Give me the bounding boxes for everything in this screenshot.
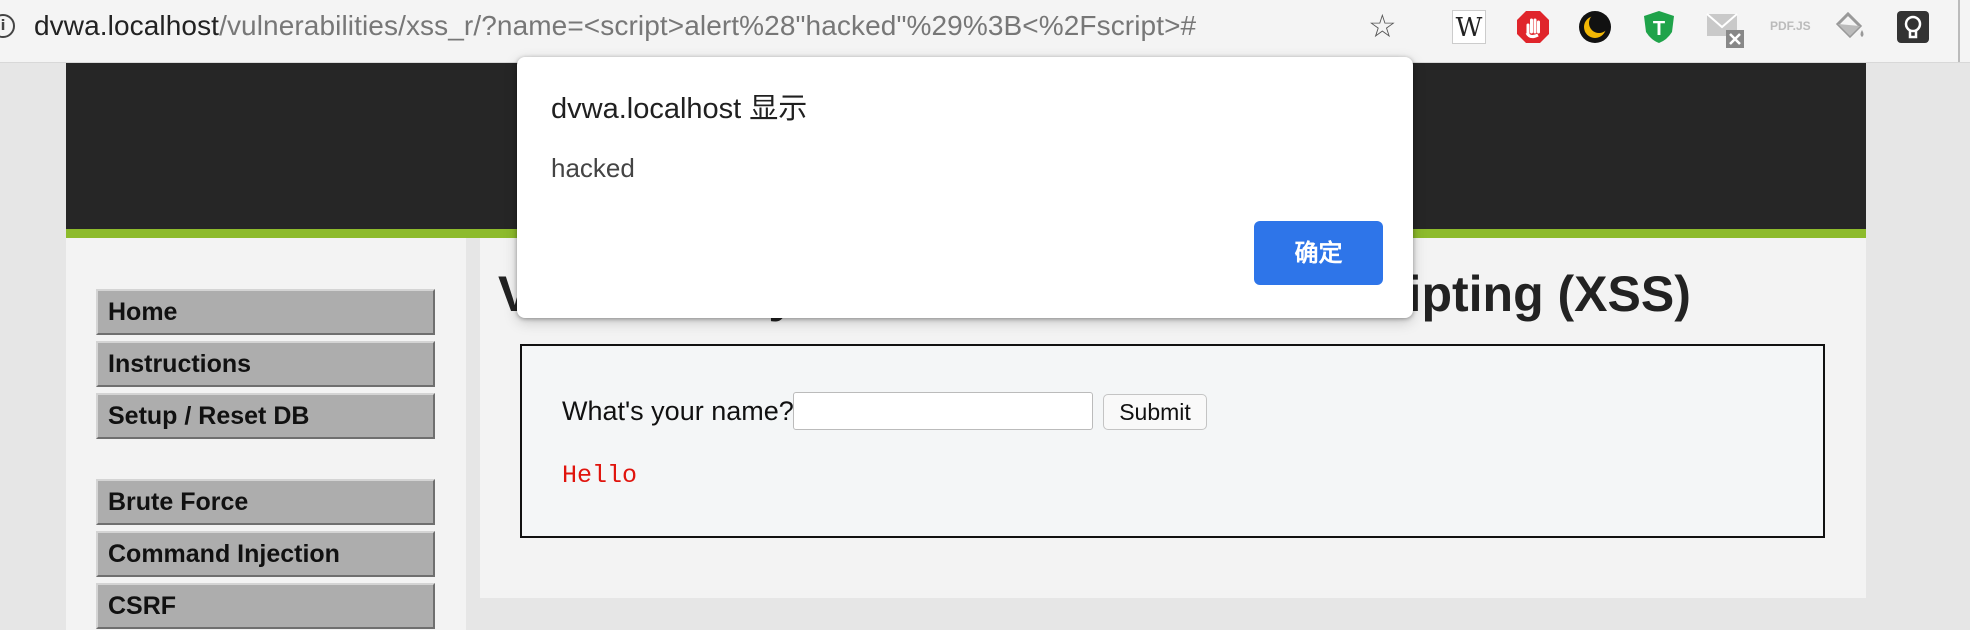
dialog-message: hacked <box>551 153 635 183</box>
mail-muted-icon[interactable] <box>1706 10 1744 48</box>
dark-moon-icon[interactable] <box>1578 10 1612 44</box>
url-path: /vulnerabilities/xss_r/?name=<script>ale… <box>219 10 1197 41</box>
sidebar-item-home[interactable]: Home <box>96 289 435 335</box>
url-field[interactable]: dvwa.localhost/vulnerabilities/xss_r/?na… <box>34 8 1196 44</box>
wikipedia-w-icon[interactable]: W <box>1452 10 1486 44</box>
paint-bucket-icon[interactable] <box>1832 10 1866 44</box>
adblock-stop-hand-icon[interactable] <box>1516 10 1550 44</box>
submit-button[interactable]: Submit <box>1103 394 1207 430</box>
vulnerable-code-area <box>520 344 1825 538</box>
name-label: What's your name? <box>562 396 794 426</box>
sidebar-item-instructions[interactable]: Instructions <box>96 341 435 387</box>
green-t-shield-icon[interactable]: T <box>1642 10 1676 44</box>
toolbar-overflow-edge <box>1958 0 1970 62</box>
sidebar-item-brute-force[interactable]: Brute Force <box>96 479 435 525</box>
info-icon[interactable]: i <box>0 14 15 38</box>
lightbulb-icon[interactable] <box>1896 10 1930 44</box>
dialog-ok-button[interactable]: 确定 <box>1254 221 1383 285</box>
url-host: dvwa.localhost <box>34 10 220 41</box>
svg-text:T: T <box>1653 18 1665 40</box>
browser-address-bar: i dvwa.localhost/vulnerabilities/xss_r/?… <box>0 0 1970 63</box>
sidebar-item-setup-reset-db[interactable]: Setup / Reset DB <box>96 393 435 439</box>
hello-output: Hello <box>562 461 638 490</box>
sidebar-item-command-injection[interactable]: Command Injection <box>96 531 435 577</box>
sidebar-item-csrf[interactable]: CSRF <box>96 583 435 629</box>
pdf-js-icon[interactable]: PDF.JS <box>1770 18 1811 52</box>
dialog-title: dvwa.localhost 显示 <box>551 93 808 125</box>
bookmark-star-icon[interactable]: ☆ <box>1368 8 1397 44</box>
alert-dialog: dvwa.localhost 显示 hacked 确定 <box>517 57 1413 318</box>
name-input[interactable] <box>793 392 1093 430</box>
